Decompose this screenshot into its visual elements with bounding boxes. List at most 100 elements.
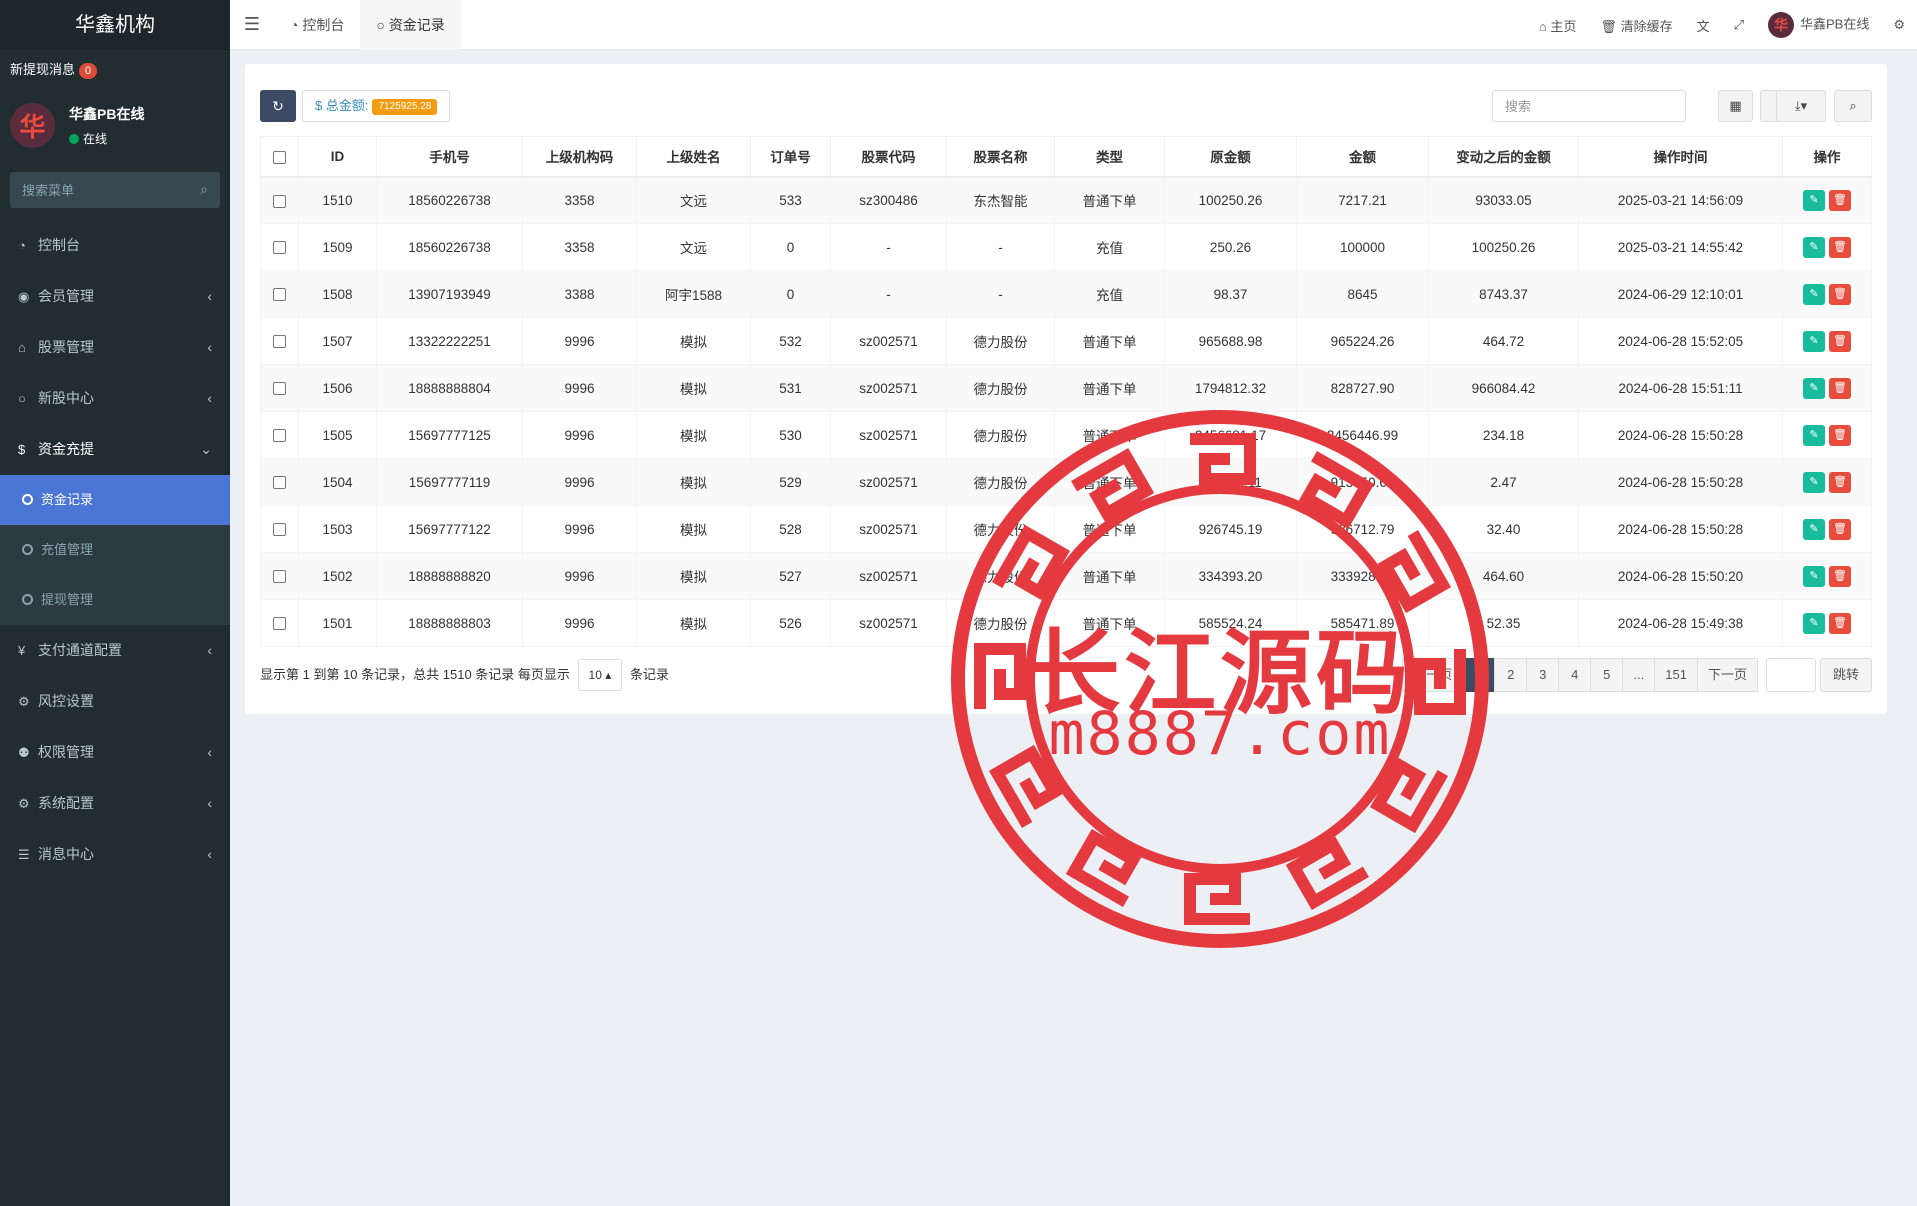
- column-header[interactable]: 操作: [1782, 136, 1872, 178]
- table-cell[interactable]: 15697777125: [376, 411, 523, 459]
- export-button[interactable]: ⤓▾: [1776, 90, 1826, 122]
- delete-button[interactable]: 🗑: [1829, 189, 1851, 211]
- withdraw-notice[interactable]: 新提现消息 0: [0, 50, 230, 90]
- menu-toggle-icon[interactable]: ☰: [230, 14, 274, 35]
- delete-button[interactable]: 🗑: [1829, 236, 1851, 258]
- row-checkbox[interactable]: [273, 288, 286, 302]
- row-actions: ✎ 🗑: [1782, 552, 1872, 600]
- page-button[interactable]: 1: [1462, 658, 1496, 692]
- page-button[interactable]: 5: [1590, 658, 1624, 692]
- sidebar-item-9[interactable]: ☰ 消息中心 ‹: [0, 829, 230, 880]
- row-checkbox[interactable]: [273, 429, 286, 443]
- row-checkbox[interactable]: [273, 335, 286, 349]
- delete-button[interactable]: 🗑: [1829, 612, 1851, 634]
- user-menu[interactable]: 华华鑫PB在线: [1756, 12, 1881, 38]
- table-cell[interactable]: 15697777119: [376, 458, 523, 506]
- sidebar-item-7[interactable]: ⚉ 权限管理 ‹: [0, 727, 230, 778]
- column-header[interactable]: 变动之后的金额: [1428, 136, 1579, 178]
- edit-button[interactable]: ✎: [1803, 330, 1825, 352]
- delete-button[interactable]: 🗑: [1829, 283, 1851, 305]
- table-search-input[interactable]: [1492, 90, 1686, 122]
- column-header[interactable]: 金额: [1296, 136, 1429, 178]
- edit-button[interactable]: ✎: [1803, 377, 1825, 399]
- column-header[interactable]: 手机号: [376, 136, 523, 178]
- tab-fund-records[interactable]: ○ 资金记录: [360, 0, 461, 50]
- column-header[interactable]: 上级机构码: [522, 136, 637, 178]
- column-header[interactable]: 股票名称: [946, 136, 1055, 178]
- search-button[interactable]: ⌕: [1834, 90, 1872, 122]
- edit-button[interactable]: ✎: [1803, 283, 1825, 305]
- edit-button[interactable]: ✎: [1803, 471, 1825, 493]
- brand-title[interactable]: 华鑫机构: [0, 0, 230, 50]
- page-button[interactable]: 上一页: [1402, 658, 1464, 692]
- delete-button[interactable]: 🗑: [1829, 377, 1851, 399]
- row-checkbox[interactable]: [273, 523, 286, 537]
- total-amount-button[interactable]: $ 总金额: 7125925.28: [302, 90, 451, 122]
- table-cell[interactable]: 15697777122: [376, 505, 523, 553]
- select-all-checkbox[interactable]: [273, 150, 286, 164]
- column-header[interactable]: 订单号: [750, 136, 831, 178]
- translate-icon[interactable]: 文: [1685, 16, 1722, 35]
- sidebar-item-6[interactable]: ⚙ 风控设置: [0, 676, 230, 727]
- column-header[interactable]: 类型: [1054, 136, 1165, 178]
- column-header[interactable]: 上级姓名: [636, 136, 751, 178]
- row-checkbox[interactable]: [273, 570, 286, 584]
- page-button[interactable]: 3: [1526, 658, 1560, 692]
- column-header[interactable]: ID: [298, 136, 377, 178]
- delete-button[interactable]: 🗑: [1829, 330, 1851, 352]
- fullscreen-icon[interactable]: ⤢: [1722, 17, 1756, 33]
- search-icon[interactable]: ⌕: [200, 181, 208, 198]
- submenu-item-1[interactable]: 充值管理: [0, 525, 230, 575]
- sidebar-item-4[interactable]: $ 资金充提 ⌄: [0, 424, 230, 475]
- edit-button[interactable]: ✎: [1803, 565, 1825, 587]
- sidebar-item-8[interactable]: ⚙ 系统配置 ‹: [0, 778, 230, 829]
- delete-button[interactable]: 🗑: [1829, 518, 1851, 540]
- sidebar-search-input[interactable]: [10, 172, 220, 208]
- row-checkbox[interactable]: [273, 382, 286, 396]
- edit-button[interactable]: ✎: [1803, 424, 1825, 446]
- page-button[interactable]: 下一页: [1696, 658, 1758, 692]
- sidebar-item-2[interactable]: ⌂ 股票管理 ‹: [0, 322, 230, 373]
- page-button[interactable]: 2: [1494, 658, 1528, 692]
- table-cell[interactable]: 18560226738: [376, 176, 523, 224]
- sidebar-item-5[interactable]: ¥ 支付通道配置 ‹: [0, 625, 230, 676]
- delete-button[interactable]: 🗑: [1829, 471, 1851, 493]
- column-header[interactable]: 股票代码: [830, 136, 947, 178]
- table-cell[interactable]: 18888888820: [376, 552, 523, 600]
- home-link[interactable]: ⌂ 主页: [1527, 16, 1589, 35]
- page-size-select[interactable]: 10 ▴: [577, 659, 623, 691]
- delete-button[interactable]: 🗑: [1829, 424, 1851, 446]
- edit-button[interactable]: ✎: [1803, 612, 1825, 634]
- row-checkbox[interactable]: [273, 194, 286, 208]
- settings-gear-icon[interactable]: ⚙: [1881, 17, 1917, 33]
- user-status: 在线: [69, 130, 144, 147]
- jump-button[interactable]: 跳转: [1819, 658, 1872, 692]
- submenu-item-2[interactable]: 提现管理: [0, 575, 230, 625]
- tab-dashboard[interactable]: ◔ 控制台: [274, 0, 360, 50]
- clear-cache-button[interactable]: 🗑 清除缓存: [1588, 16, 1684, 35]
- refresh-button[interactable]: ↻: [260, 90, 296, 122]
- row-checkbox[interactable]: [273, 617, 286, 631]
- page-button[interactable]: 151: [1654, 658, 1698, 692]
- edit-button[interactable]: ✎: [1803, 518, 1825, 540]
- sidebar-item-1[interactable]: ◉ 会员管理 ‹: [0, 271, 230, 322]
- page-button[interactable]: ...: [1622, 658, 1656, 692]
- toggle-view-button[interactable]: ▦: [1718, 90, 1753, 122]
- table-cell[interactable]: 13907193949: [376, 270, 523, 318]
- table-cell[interactable]: 13322222251: [376, 317, 523, 365]
- sidebar-item-3[interactable]: ○ 新股中心 ‹: [0, 373, 230, 424]
- table-cell[interactable]: 18560226738: [376, 223, 523, 271]
- edit-button[interactable]: ✎: [1803, 236, 1825, 258]
- column-header[interactable]: 原金额: [1164, 136, 1297, 178]
- row-checkbox[interactable]: [273, 241, 286, 255]
- table-cell[interactable]: 18888888803: [376, 599, 523, 647]
- submenu-item-0[interactable]: 资金记录: [0, 475, 230, 525]
- table-cell[interactable]: 18888888804: [376, 364, 523, 412]
- sidebar-item-0[interactable]: ◔ 控制台: [0, 220, 230, 271]
- page-button[interactable]: 4: [1558, 658, 1592, 692]
- jump-page-input[interactable]: [1765, 658, 1816, 692]
- edit-button[interactable]: ✎: [1803, 189, 1825, 211]
- row-checkbox[interactable]: [273, 476, 286, 490]
- column-header[interactable]: 操作时间: [1578, 136, 1783, 178]
- delete-button[interactable]: 🗑: [1829, 565, 1851, 587]
